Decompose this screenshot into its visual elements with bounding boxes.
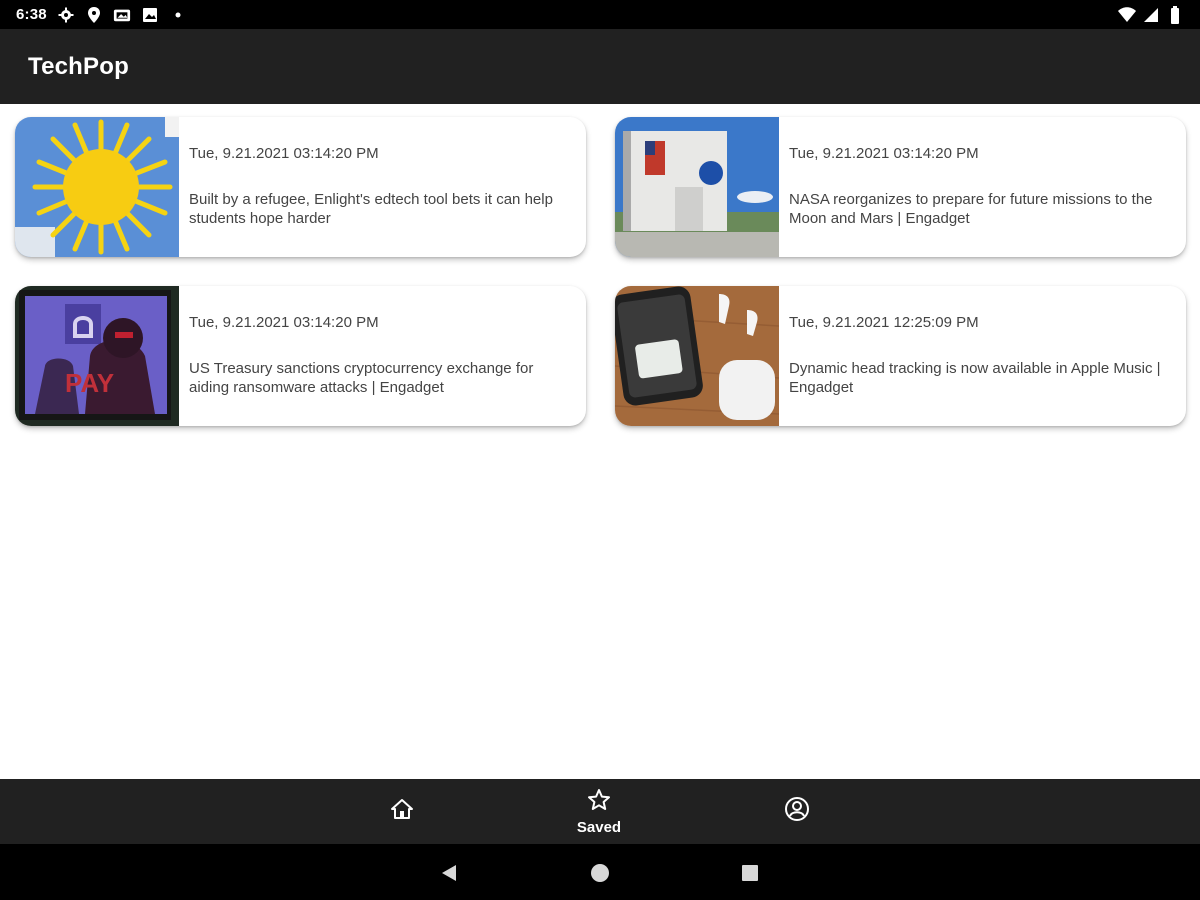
back-icon[interactable] (438, 862, 460, 884)
ransomware-laptop-image: PAY (15, 286, 179, 426)
nav-home-button[interactable] (362, 779, 442, 844)
article-text: Tue, 9.21.2021 03:14:20 PM US Treasury s… (179, 286, 586, 426)
battery-icon (1166, 5, 1184, 24)
article-date: Tue, 9.21.2021 12:25:09 PM (789, 314, 979, 331)
article-text: Tue, 9.21.2021 03:14:20 PM NASA reorgani… (779, 117, 1186, 257)
app-title: TechPop (28, 52, 129, 80)
status-time: 6:38 (16, 6, 47, 23)
nav-account-button[interactable] (757, 779, 837, 844)
system-navigation-bar (0, 844, 1200, 900)
nasa-building-image (615, 117, 779, 257)
article-date: Tue, 9.21.2021 03:14:20 PM (189, 145, 379, 162)
recents-icon[interactable] (739, 862, 761, 884)
app-bar: TechPop (0, 29, 1200, 104)
dot-icon (169, 6, 187, 24)
article-card[interactable]: Tue, 9.21.2021 03:14:20 PM NASA reorgani… (615, 117, 1186, 257)
article-date: Tue, 9.21.2021 03:14:20 PM (789, 145, 979, 162)
article-list: Tue, 9.21.2021 03:14:20 PM Built by a re… (0, 104, 1200, 779)
photos-icon (113, 6, 131, 24)
article-text: Tue, 9.21.2021 12:25:09 PM Dynamic head … (779, 286, 1186, 426)
home-icon (390, 798, 414, 825)
article-card[interactable]: Tue, 9.21.2021 12:25:09 PM Dynamic head … (615, 286, 1186, 426)
article-card[interactable]: Tue, 9.21.2021 03:14:20 PM Built by a re… (15, 117, 586, 257)
home-circle-icon[interactable] (589, 862, 611, 884)
nav-saved-label: Saved (576, 818, 622, 836)
article-date: Tue, 9.21.2021 03:14:20 PM (189, 314, 379, 331)
article-title: NASA reorganizes to prepare for future m… (789, 191, 1153, 227)
airpods-iphone-image (615, 286, 779, 426)
wifi-icon (1118, 6, 1136, 24)
article-card[interactable]: PAY Tue, 9.21.2021 03:14:20 PM US Treasu… (15, 286, 586, 426)
article-title: US Treasury sanctions cryptocurrency exc… (189, 360, 534, 396)
bottom-navigation: Saved (0, 779, 1200, 844)
signal-icon (1142, 6, 1160, 24)
location-icon (85, 6, 103, 24)
gear-icon (57, 6, 75, 24)
article-title: Dynamic head tracking is now available i… (789, 360, 1161, 396)
nav-saved-button[interactable]: Saved (559, 779, 639, 844)
image-icon (141, 6, 159, 24)
sun-drawing-image (15, 117, 179, 257)
account-icon (784, 796, 810, 827)
article-title: Built by a refugee, Enlight's edtech too… (189, 191, 553, 227)
article-text: Tue, 9.21.2021 03:14:20 PM Built by a re… (179, 117, 586, 257)
status-bar: 6:38 (0, 0, 1200, 29)
svg-text:PAY: PAY (65, 368, 114, 398)
star-icon (587, 788, 611, 817)
